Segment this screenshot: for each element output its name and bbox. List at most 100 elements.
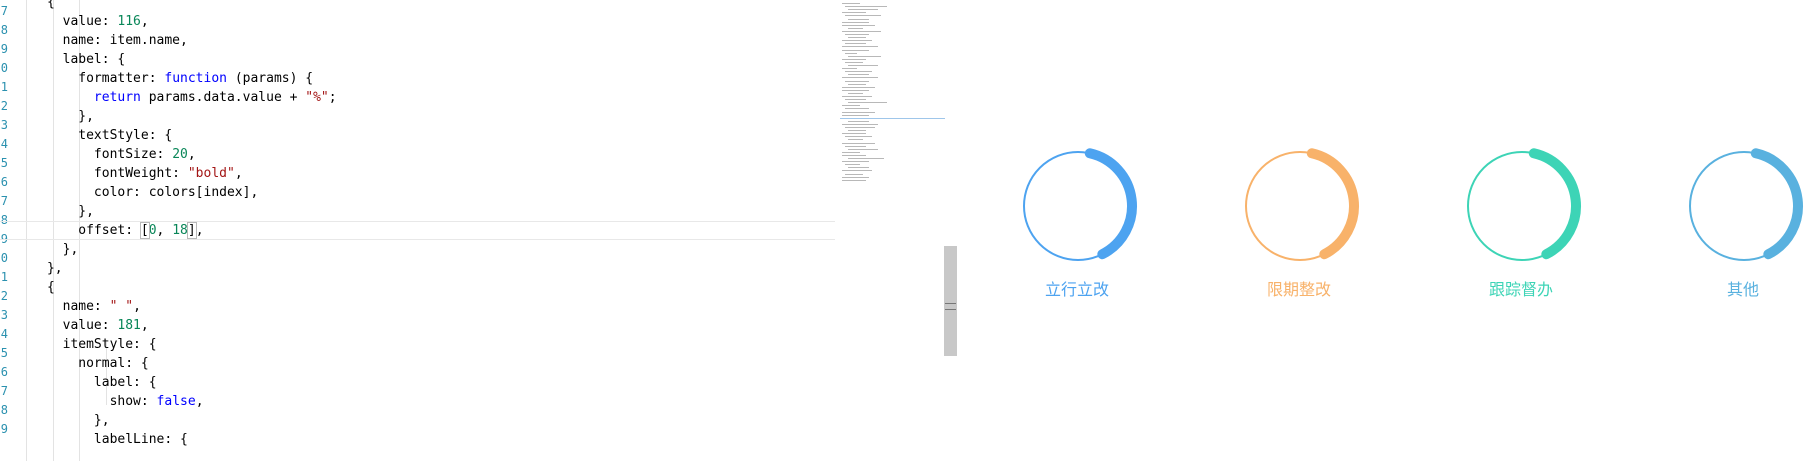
code-token: }, [0, 242, 79, 257]
minimap-line [848, 37, 866, 39]
minimap-line [848, 130, 866, 132]
code-token: return [93, 90, 141, 105]
code-token: ; [328, 90, 337, 105]
minimap-line [845, 34, 869, 35]
code-line[interactable]: return params.data.value + "%"; [0, 88, 835, 107]
minimap-line [845, 43, 866, 45]
minimap-line [848, 27, 863, 29]
minimap-line [842, 89, 869, 91]
code-token: offset: [0, 223, 141, 238]
code-token: }, [0, 109, 94, 124]
minimap-line [842, 133, 866, 135]
code-line[interactable]: { [0, 278, 835, 297]
minimap-line [845, 145, 866, 147]
minimap-line [845, 15, 881, 17]
minimap[interactable] [840, 0, 945, 190]
minimap-line [845, 80, 869, 82]
current-code-line[interactable]: offset: [0, 18], [0, 221, 835, 240]
minimap-line [845, 61, 863, 63]
chart-preview: 立行立改 限期整改 跟踪督办 其他 [960, 0, 1807, 461]
minimap-line [842, 86, 875, 88]
code-line[interactable]: value: 181, [0, 316, 835, 335]
minimap-line [845, 136, 872, 138]
minimap-line [848, 102, 887, 104]
gauge-ring-icon [1023, 148, 1137, 261]
code-editor[interactable]: 78901234567890123456789 { value: 116, na… [0, 0, 835, 461]
code-line[interactable]: itemStyle: { [0, 335, 835, 354]
minimap-line [845, 99, 866, 101]
minimap-line [842, 170, 872, 172]
code-token: label: { [0, 375, 157, 390]
minimap-line [845, 127, 875, 128]
minimap-line [842, 77, 878, 79]
minimap-line [842, 30, 881, 32]
minimap-line [842, 3, 860, 4]
minimap-line [842, 58, 866, 60]
code-token: label: { [0, 52, 126, 67]
minimap-line [848, 148, 878, 150]
code-token: " " [109, 299, 134, 314]
code-line[interactable]: }, [0, 411, 835, 430]
minimap-line [842, 114, 869, 116]
code-line[interactable]: normal: { [0, 354, 835, 373]
code-token: 0 [148, 223, 157, 238]
code-token: { [0, 0, 55, 10]
code-token: "%" [305, 90, 329, 105]
code-line[interactable]: name: item.name, [0, 31, 835, 50]
code-line[interactable]: name: " ", [0, 297, 835, 316]
scrollbar-grip-icon [945, 303, 956, 310]
minimap-line [848, 167, 869, 169]
code-token: formatter: [0, 71, 165, 86]
code-token: , [195, 223, 204, 238]
code-line[interactable]: fontSize: 20, [0, 145, 835, 164]
minimap-line [848, 120, 869, 122]
code-line[interactable]: show: false, [0, 392, 835, 411]
code-line[interactable]: value: 116, [0, 12, 835, 31]
minimap-line [848, 55, 881, 57]
code-token: show: [0, 394, 157, 409]
code-line[interactable]: }, [0, 202, 835, 221]
gauge-ring-icon [1245, 148, 1359, 261]
minimap-line [842, 40, 872, 42]
code-line[interactable]: fontWeight: "bold", [0, 164, 835, 183]
code-token: [ [139, 222, 150, 239]
minimap-line [842, 154, 866, 156]
code-token: { [0, 280, 55, 295]
code-line[interactable]: color: colors[index], [0, 183, 835, 202]
code-line[interactable]: labelLine: { [0, 430, 835, 449]
code-line[interactable]: { [0, 0, 835, 12]
gauge-ring-icon [1467, 148, 1581, 261]
panel-scrollbar[interactable] [944, 246, 957, 356]
minimap-line [845, 52, 857, 54]
code-token: textStyle: { [0, 128, 173, 143]
code-token: , [140, 14, 149, 29]
code-line[interactable]: formatter: function (params) { [0, 69, 835, 88]
code-line[interactable]: }, [0, 259, 835, 278]
code-line[interactable]: textStyle: { [0, 126, 835, 145]
minimap-line [848, 139, 863, 141]
code-token: false [156, 394, 196, 409]
minimap-line [845, 71, 872, 73]
code-token: itemStyle: { [0, 337, 157, 352]
code-token: }, [0, 261, 63, 276]
code-token: function [164, 71, 227, 86]
minimap-line [842, 151, 860, 153]
code-line[interactable]: }, [0, 107, 835, 126]
code-token: , [156, 223, 173, 238]
minimap-line [842, 68, 857, 70]
gauge-label: 限期整改 [1266, 280, 1331, 299]
minimap-line [848, 83, 866, 85]
code-token: normal: { [0, 356, 149, 371]
code-token: fontWeight: [0, 166, 188, 181]
gauge-ring-icon [1689, 148, 1803, 261]
code-token: }, [0, 204, 94, 219]
minimap-line [845, 6, 887, 8]
code-token: , [234, 166, 243, 181]
gauge-label: 其他 [1726, 280, 1759, 299]
code-line[interactable]: }, [0, 240, 835, 259]
code-token: , [133, 299, 141, 314]
gauge-value-arc [1750, 148, 1803, 260]
minimap-line [848, 18, 869, 20]
code-line[interactable]: label: { [0, 50, 835, 69]
code-line[interactable]: label: { [0, 373, 835, 392]
